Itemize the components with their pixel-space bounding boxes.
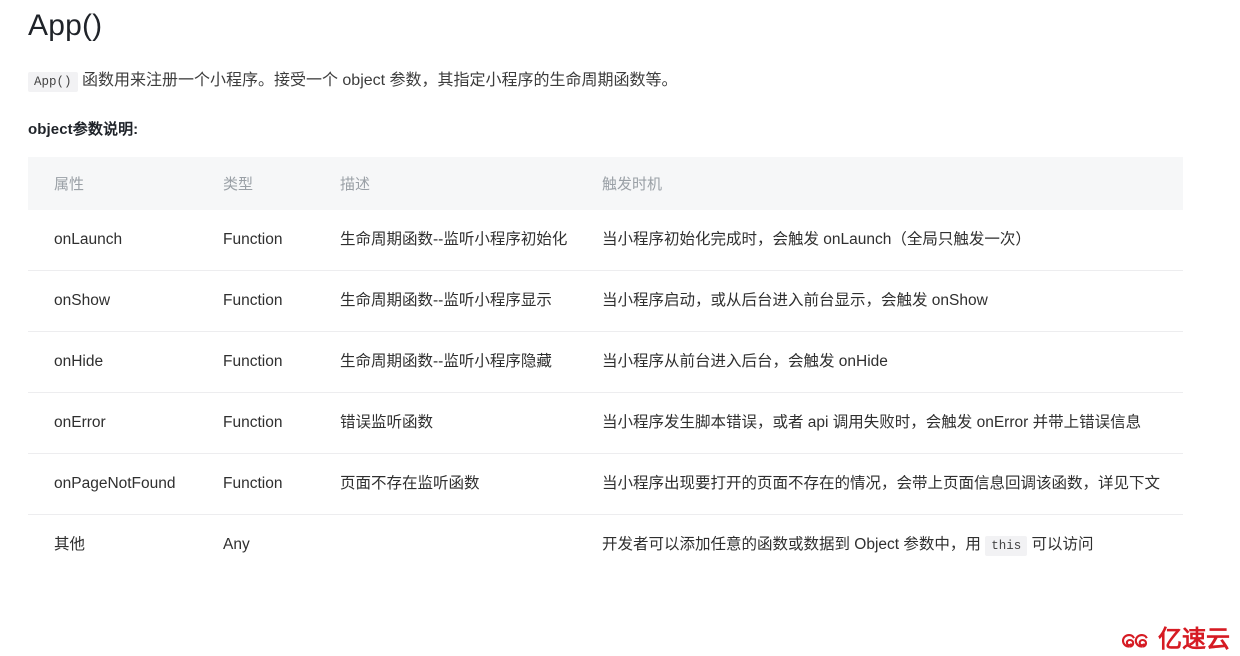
watermark-text: 亿速云 [1158, 626, 1230, 653]
table-row: onShow Function 生命周期函数--监听小程序显示 当小程序启动，或… [28, 270, 1183, 332]
trigger-text-before: 开发者可以添加任意的函数或数据到 Object 参数中，用 [602, 536, 986, 554]
params-table: 属性 类型 描述 触发时机 onLaunch Function 生命周期函数--… [28, 157, 1183, 576]
cell-attribute: onPageNotFound [28, 453, 223, 515]
section-heading-object-params: object参数说明: [28, 121, 139, 139]
cell-attribute: onShow [28, 270, 223, 332]
cell-type: Function [223, 453, 340, 515]
page-title: App() [28, 9, 103, 42]
cell-trigger: 当小程序启动，或从后台进入前台显示，会触发 onShow [602, 270, 1183, 332]
column-header-type: 类型 [223, 157, 340, 211]
inline-code-app: App() [28, 72, 78, 92]
cell-trigger: 当小程序从前台进入后台，会触发 onHide [602, 331, 1183, 393]
cell-type: Function [223, 270, 340, 332]
cell-description: 生命周期函数--监听小程序初始化 [340, 231, 568, 249]
cell-description: 错误监听函数 [340, 392, 602, 454]
params-table-container: 属性 类型 描述 触发时机 onLaunch Function 生命周期函数--… [28, 157, 1183, 576]
cell-attribute: onLaunch [54, 231, 123, 249]
table-row: 其他 Any 开发者可以添加任意的函数或数据到 Object 参数中，用 thi… [28, 514, 1183, 576]
cloud-logo-icon [1119, 628, 1153, 652]
intro-paragraph: App() 函数用来注册一个小程序。接受一个 object 参数，其指定小程序的… [28, 66, 1212, 96]
cell-trigger: 开发者可以添加任意的函数或数据到 Object 参数中，用 this 可以访问 [602, 514, 1183, 576]
intro-text: 函数用来注册一个小程序。接受一个 object 参数，其指定小程序的生命周期函数… [77, 72, 678, 89]
cell-trigger: 当小程序出现要打开的页面不存在的情况，会带上页面信息回调该函数，详见下文 [602, 453, 1183, 515]
cell-attribute: 其他 [28, 514, 223, 576]
cell-attribute: onError [28, 392, 223, 454]
cell-type: Function [223, 331, 340, 393]
cell-description: 页面不存在监听函数 [340, 453, 602, 515]
table-header-row: 属性 类型 描述 触发时机 [28, 157, 1183, 211]
column-header-attribute: 属性 [28, 157, 223, 211]
inline-code-this: this [985, 536, 1028, 557]
cell-description: 生命周期函数--监听小程序隐藏 [340, 331, 602, 393]
cell-attribute: onHide [28, 331, 223, 393]
cell-trigger: 当小程序初始化完成时，会触发 onLaunch（全局只触发一次） [602, 231, 1031, 249]
table-row: onError Function 错误监听函数 当小程序发生脚本错误，或者 ap… [28, 392, 1183, 454]
cell-type: Function [223, 392, 340, 454]
cell-type: Any [223, 514, 340, 576]
cell-trigger: 当小程序发生脚本错误，或者 api 调用失败时，会触发 onError 并带上错… [602, 392, 1183, 454]
cell-description: 生命周期函数--监听小程序显示 [340, 270, 602, 332]
cell-description [340, 514, 602, 576]
table-header: 属性 类型 描述 触发时机 [28, 157, 1183, 211]
trigger-text-after: 可以访问 [1027, 536, 1094, 554]
column-header-trigger: 触发时机 [602, 157, 1183, 211]
watermark: 亿速云 [1119, 628, 1230, 652]
cell-type: Function [223, 231, 283, 249]
column-header-description: 描述 [340, 157, 602, 211]
table-row: onPageNotFound Function 页面不存在监听函数 当小程序出现… [28, 453, 1183, 515]
table-row: onLaunch Function 生命周期函数--监听小程序初始化 当小程序初… [28, 210, 1183, 271]
table-row: onHide Function 生命周期函数--监听小程序隐藏 当小程序从前台进… [28, 331, 1183, 393]
table-body: onLaunch Function 生命周期函数--监听小程序初始化 当小程序初… [28, 210, 1183, 576]
document-page: App() App() 函数用来注册一个小程序。接受一个 object 参数，其… [0, 8, 1240, 576]
